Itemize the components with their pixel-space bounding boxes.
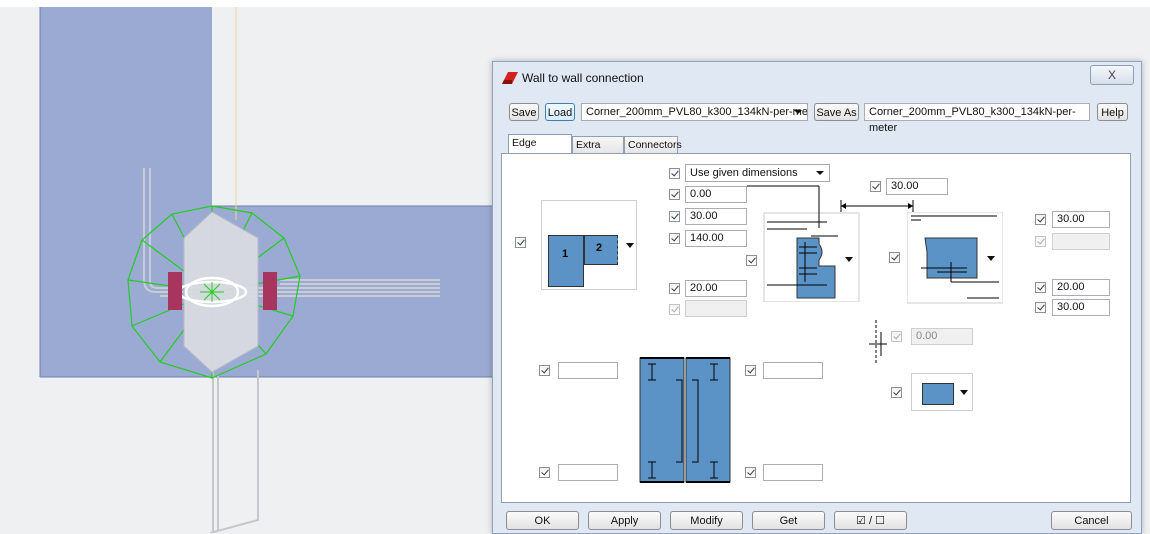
left-bottom-field[interactable] xyxy=(558,464,618,481)
help-button[interactable]: Help xyxy=(1097,103,1128,121)
get-button[interactable]: Get xyxy=(752,511,825,530)
part-1: 1 xyxy=(548,235,584,287)
close-icon: X xyxy=(1107,68,1116,82)
part-2-label: 2 xyxy=(596,242,603,254)
parts-picture[interactable]: 1 2 xyxy=(541,200,637,290)
offset-b-checkbox[interactable] xyxy=(669,283,680,294)
right-c-checkbox[interactable] xyxy=(1035,282,1046,293)
dimension-mode-select[interactable]: Use given dimensions xyxy=(685,164,830,182)
dialog-titlebar[interactable]: Wall to wall connection X xyxy=(493,62,1141,92)
offset-c-checkbox[interactable] xyxy=(669,304,680,315)
modify-button[interactable]: Modify xyxy=(670,511,743,530)
offset-c-field[interactable] xyxy=(685,300,747,317)
mid-top-checkbox[interactable] xyxy=(745,365,756,376)
dimension-mode-checkbox[interactable] xyxy=(669,168,680,179)
part-1-label: 1 xyxy=(562,248,569,260)
left-connector-block xyxy=(168,272,182,310)
edge-type-checkbox[interactable] xyxy=(891,387,902,398)
profile-b-picture[interactable] xyxy=(907,212,1003,304)
ok-button[interactable]: OK xyxy=(506,511,579,530)
chevron-down-icon xyxy=(626,243,634,248)
dimension-mode-value: Use given dimensions xyxy=(690,167,798,179)
left-bottom-checkbox[interactable] xyxy=(539,467,550,478)
edge-type-picture[interactable] xyxy=(911,373,973,411)
right-b-checkbox[interactable] xyxy=(1035,236,1046,247)
chevron-down-icon xyxy=(816,171,824,175)
wall-connection-icon xyxy=(502,72,518,84)
teeth-picture[interactable] xyxy=(638,352,734,488)
right-b-field[interactable] xyxy=(1052,233,1110,250)
tab-edge-shape[interactable]: Edge shape xyxy=(508,134,572,166)
right-c-field[interactable]: 20.00 xyxy=(1052,279,1110,296)
preset-select[interactable]: Corner_200mm_PVL80_k300_134kN-per-meter xyxy=(581,103,808,121)
mid-top-field[interactable] xyxy=(763,362,823,379)
wall-to-wall-dialog: Wall to wall connection X Save Load Corn… xyxy=(492,61,1142,534)
close-button[interactable]: X xyxy=(1090,65,1134,85)
save-as-button[interactable]: Save As xyxy=(814,103,859,121)
center-gap-symbol xyxy=(869,320,887,364)
chevron-down-icon xyxy=(960,390,968,395)
offset-a-checkbox[interactable] xyxy=(669,211,680,222)
right-a-field[interactable]: 30.00 xyxy=(1052,211,1110,228)
right-connector-block xyxy=(263,272,277,310)
right-d-checkbox[interactable] xyxy=(1035,302,1046,313)
save-as-name-field[interactable]: Corner_200mm_PVL80_k300_134kN-per-meter xyxy=(864,103,1090,134)
save-button[interactable]: Save xyxy=(509,103,539,121)
left-top-field[interactable] xyxy=(558,362,618,379)
offset-b-field[interactable]: 20.00 xyxy=(685,280,747,297)
profile-b-checkbox[interactable] xyxy=(889,252,900,263)
load-button[interactable]: Load xyxy=(545,103,575,121)
right-a-checkbox[interactable] xyxy=(1035,214,1046,225)
chevron-down-icon xyxy=(794,110,802,114)
select-all-toggle-button[interactable]: ☑ / ☐ xyxy=(834,511,907,530)
offset-top-checkbox[interactable] xyxy=(669,189,680,200)
mid-bottom-field[interactable] xyxy=(763,464,823,481)
left-top-checkbox[interactable] xyxy=(539,365,550,376)
edge-type-shape xyxy=(922,383,954,405)
center-gap-field[interactable]: 0.00 xyxy=(911,328,973,345)
mid-bottom-checkbox[interactable] xyxy=(745,467,756,478)
tab-extra-teeth[interactable]: Extra teeth xyxy=(572,136,624,168)
dialog-title: Wall to wall connection xyxy=(522,71,644,85)
center-gap-checkbox[interactable] xyxy=(891,331,902,342)
cancel-button[interactable]: Cancel xyxy=(1051,511,1132,530)
preset-select-value: Corner_200mm_PVL80_k300_134kN-per-meter xyxy=(586,106,808,118)
offset-top-field[interactable]: 0.00 xyxy=(685,186,747,203)
lower-frame xyxy=(209,370,259,533)
apply-button[interactable]: Apply xyxy=(588,511,661,530)
length-a-checkbox[interactable] xyxy=(669,233,680,244)
tab-connectors[interactable]: Connectors xyxy=(624,136,682,153)
offset-a-field[interactable]: 30.00 xyxy=(685,208,747,225)
gap-top-field[interactable]: 30.00 xyxy=(886,178,948,195)
edge-shape-enable-checkbox[interactable] xyxy=(515,237,526,248)
length-a-field[interactable]: 140.00 xyxy=(685,230,747,247)
part-2: 2 xyxy=(584,235,618,265)
right-d-field[interactable]: 30.00 xyxy=(1052,299,1110,316)
gap-top-checkbox[interactable] xyxy=(870,181,881,192)
